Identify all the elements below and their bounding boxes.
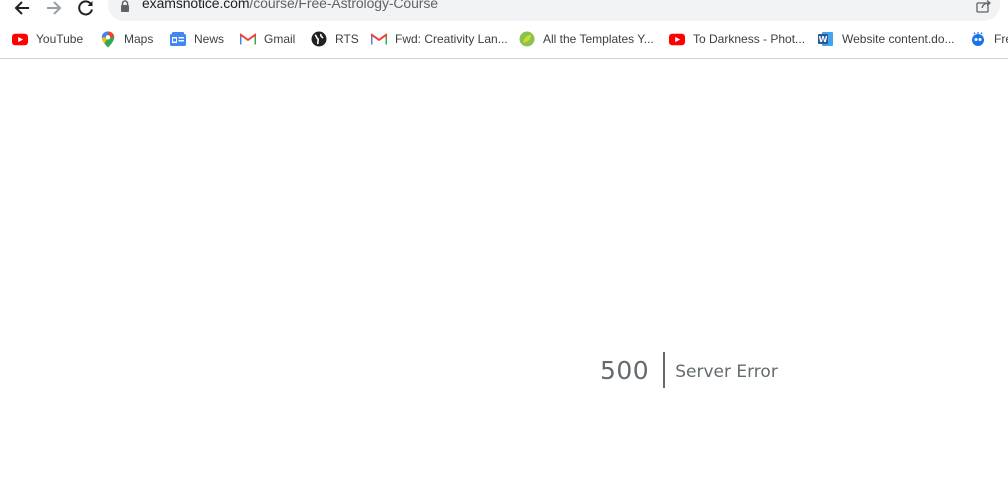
reload-icon bbox=[78, 0, 93, 16]
bookmark-rts[interactable]: RTS bbox=[311, 28, 359, 50]
word-icon: W bbox=[818, 31, 834, 47]
url-path: /course/Free-Astrology-Course bbox=[249, 0, 438, 11]
back-arrow-icon bbox=[14, 1, 29, 15]
bookmark-all-templates[interactable]: All the Templates Y... bbox=[519, 28, 654, 50]
forward-button[interactable] bbox=[42, 0, 66, 20]
error-message-block: 500 Server Error bbox=[600, 352, 778, 388]
bookmark-label: To Darkness - Phot... bbox=[693, 32, 806, 46]
url-host: examsnotice.com bbox=[142, 0, 250, 11]
url-text[interactable]: examsnotice.com/course/Free-Astrology-Co… bbox=[142, 0, 438, 11]
bookmark-label: Gmail bbox=[264, 32, 296, 46]
bookmarks-bar: YouTube Maps News Gmail RTS Fwd: Creativ… bbox=[0, 28, 1008, 50]
svg-text:W: W bbox=[819, 35, 828, 44]
bookmark-news[interactable]: News bbox=[170, 28, 224, 50]
address-bar[interactable]: examsnotice.com/course/Free-Astrology-Co… bbox=[108, 0, 1000, 21]
bookmark-to-darkness[interactable]: To Darkness - Phot... bbox=[669, 28, 805, 50]
bookmark-label: YouTube bbox=[36, 32, 84, 46]
bookmark-youtube[interactable]: YouTube bbox=[12, 28, 83, 50]
bookmark-label: Maps bbox=[124, 32, 154, 46]
bookmark-label: All the Templates Y... bbox=[543, 32, 654, 46]
maps-pin-icon bbox=[100, 31, 116, 47]
bookmark-label: News bbox=[194, 32, 225, 46]
share-icon[interactable] bbox=[976, 0, 992, 13]
forward-arrow-icon bbox=[47, 1, 62, 15]
youtube-icon bbox=[669, 31, 685, 47]
robot-icon bbox=[970, 31, 986, 47]
google-news-icon bbox=[170, 31, 186, 47]
bookmark-fre[interactable]: Fre bbox=[970, 28, 1008, 50]
bookmark-label: Website content.do... bbox=[842, 32, 955, 46]
bookmark-label: RTS bbox=[335, 32, 359, 46]
bookmark-label: Fwd: Creativity Lan... bbox=[395, 32, 508, 46]
bookmark-maps[interactable]: Maps bbox=[100, 28, 153, 50]
bookmark-label: Fre bbox=[994, 32, 1008, 46]
bookmark-website-content[interactable]: W Website content.do... bbox=[818, 28, 955, 50]
back-button[interactable] bbox=[10, 0, 34, 20]
bookmark-fwd-creativity[interactable]: Fwd: Creativity Lan... bbox=[371, 28, 508, 50]
gmail-icon bbox=[371, 31, 387, 47]
error-text: Server Error bbox=[675, 361, 778, 382]
reload-button[interactable] bbox=[74, 0, 98, 20]
bookmark-gmail[interactable]: Gmail bbox=[240, 28, 295, 50]
youtube-icon bbox=[12, 31, 28, 47]
gmail-icon bbox=[240, 31, 256, 47]
browser-toolbar: examsnotice.com/course/Free-Astrology-Co… bbox=[0, 0, 1008, 59]
lock-icon bbox=[121, 0, 129, 12]
globe-icon bbox=[311, 31, 327, 47]
leaf-icon bbox=[519, 31, 535, 47]
error-code: 500 bbox=[600, 355, 650, 385]
